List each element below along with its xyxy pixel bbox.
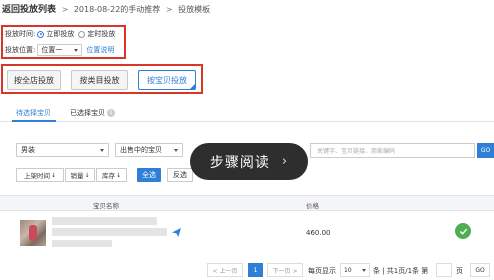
radio-scheduled-label: 定时投放 — [87, 30, 116, 38]
column-header-name: 宝贝名称 — [93, 202, 119, 210]
tab-selected-label: 已选择宝贝 — [70, 109, 105, 117]
position-label: 投放位置: — [5, 46, 36, 54]
product-title-redacted — [52, 240, 112, 247]
category-select-value: 男装 — [21, 146, 35, 154]
by-item-button[interactable]: 按宝贝投放 — [138, 70, 196, 90]
sort-stock-button[interactable]: 库存 ↓ — [96, 168, 127, 182]
invert-selection-label: 反选 — [173, 171, 187, 179]
per-page-select[interactable]: 10 — [340, 263, 370, 277]
arrow-down-icon: ↓ — [115, 171, 122, 179]
page-jump-input[interactable] — [436, 263, 452, 277]
placement-mode-group: 按全店投放 按类目投放 按宝贝投放 — [1, 64, 203, 94]
page-jump-go-button[interactable]: GO — [470, 263, 490, 277]
table-header: 宝贝名称 价格 — [0, 195, 494, 211]
sort-stock-label: 库存 — [101, 172, 115, 180]
breadcrumb-template: 投放模板 — [178, 5, 211, 14]
radio-unchecked-icon — [78, 30, 86, 38]
radio-checked-icon — [37, 30, 45, 38]
page-jump-go-label: GO — [475, 266, 485, 274]
chevron-down-icon — [362, 268, 366, 272]
breadcrumb-separator: > — [61, 5, 69, 14]
select-all-button[interactable]: 全选 — [137, 168, 161, 182]
radio-immediate-label: 立即投放 — [46, 30, 75, 38]
selected-check-icon[interactable] — [455, 223, 471, 239]
position-row: 投放位置: 位置一 位置说明 — [5, 44, 114, 56]
active-tab-indicator — [12, 120, 56, 122]
by-store-label: 按全店投放 — [14, 75, 54, 85]
position-select-value: 位置一 — [41, 46, 63, 54]
product-title-redacted — [52, 228, 167, 236]
checkmark-icon — [459, 228, 467, 235]
tab-pending-items[interactable]: 待选择宝贝 — [16, 108, 51, 118]
breadcrumb-separator: > — [165, 5, 173, 14]
by-item-label: 按宝贝投放 — [147, 75, 187, 85]
chevron-down-icon — [100, 148, 104, 152]
sort-listing-time-label: 上架时间 — [23, 172, 50, 180]
position-help-link[interactable]: 位置说明 — [86, 45, 114, 55]
sort-sales-button[interactable]: 销量 ↓ — [65, 168, 95, 182]
category-select[interactable]: 男装 — [16, 143, 109, 157]
radio-immediate[interactable]: 立即投放 — [37, 29, 74, 39]
time-row: 投放时间: 立即投放 定时投放 — [5, 29, 119, 39]
per-page-value: 10 — [344, 266, 352, 274]
prev-page-label: < 上一页 — [212, 267, 238, 275]
time-label: 投放时间: — [5, 30, 36, 38]
status-select-value: 出售中的宝贝 — [120, 146, 162, 154]
invert-selection-button[interactable]: 反选 — [167, 168, 193, 182]
placement-settings: 投放时间: 立即投放 定时投放 投放位置: 位置一 位置说明 — [1, 25, 126, 59]
sort-listing-time-button[interactable]: 上架时间 ↓ — [16, 168, 64, 182]
product-thumbnail — [20, 220, 46, 246]
search-placeholder: 关键字、宝贝链接、商家编码 — [317, 148, 396, 155]
breadcrumb: 返回投放列表 > 2018-08-22的手动推荐 > 投放模板 — [2, 2, 211, 15]
select-all-label: 全选 — [142, 171, 156, 179]
prev-page-button[interactable]: < 上一页 — [207, 263, 243, 277]
selected-count-badge: 1 — [107, 109, 115, 117]
by-category-label: 按类目投放 — [79, 75, 120, 85]
tab-selected-items[interactable]: 已选择宝贝 1 — [70, 108, 115, 118]
search-go-button[interactable]: GO — [477, 143, 494, 158]
by-category-button[interactable]: 按类目投放 — [71, 70, 128, 90]
next-page-button[interactable]: 下一页 > — [267, 263, 303, 277]
search-input[interactable]: 关键字、宝贝链接、商家编码 — [310, 143, 475, 158]
chevron-right-icon: › — [281, 154, 289, 169]
current-page-label: 1 — [253, 266, 258, 274]
radio-scheduled[interactable]: 定时投放 — [78, 29, 115, 39]
page-unit-label: 页 — [456, 267, 463, 275]
position-select[interactable]: 位置一 — [37, 44, 83, 56]
arrow-down-icon: ↓ — [50, 171, 57, 179]
column-header-price: 价格 — [306, 202, 319, 210]
search-go-label: GO — [480, 147, 491, 154]
status-select[interactable]: 出售中的宝贝 — [115, 143, 183, 157]
chevron-down-icon — [174, 148, 178, 152]
send-icon[interactable] — [172, 228, 181, 237]
by-store-button[interactable]: 按全店投放 — [7, 70, 61, 90]
step-reading-label: 步骤阅读 — [209, 154, 270, 171]
item-tabs: 待选择宝贝 已选择宝贝 1 — [0, 104, 494, 122]
sort-sales-label: 销量 — [70, 172, 84, 180]
pagination-summary: 条 | 共1页/1条 第 — [373, 267, 429, 275]
arrow-down-icon: ↓ — [84, 171, 90, 179]
product-price: 460.00 — [306, 229, 331, 237]
step-reading-overlay[interactable]: 步骤阅读 › — [190, 143, 308, 180]
chevron-down-icon — [74, 48, 79, 52]
page-1-button[interactable]: 1 — [248, 263, 263, 277]
product-title-redacted — [52, 217, 157, 225]
selected-corner-icon — [190, 84, 195, 89]
per-page-label: 每页显示 — [308, 267, 336, 275]
back-to-list-link[interactable]: 返回投放列表 — [2, 5, 56, 15]
next-page-label: 下一页 > — [272, 267, 298, 275]
breadcrumb-date-title[interactable]: 2018-08-22的手动推荐 — [74, 5, 161, 14]
